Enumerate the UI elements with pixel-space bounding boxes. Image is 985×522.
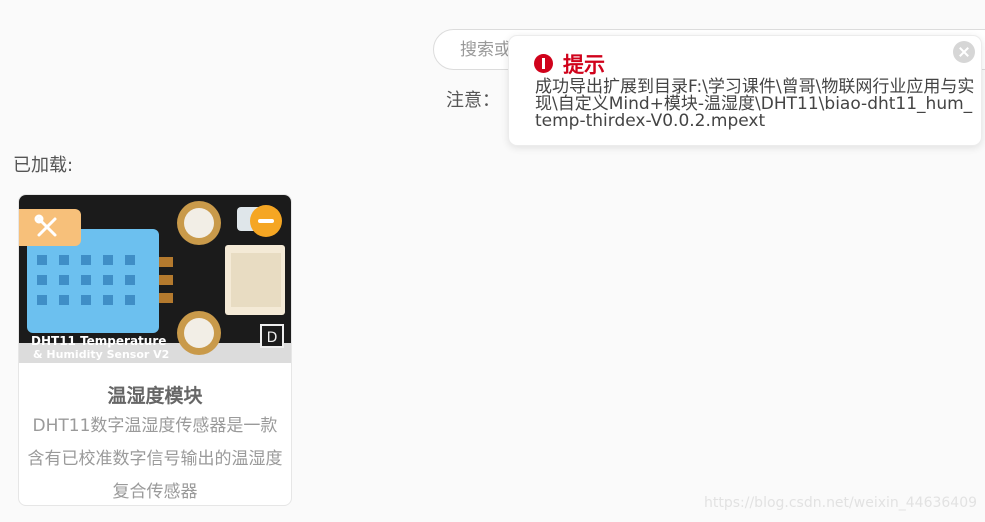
pin-label: D (267, 330, 278, 346)
image-caption-2: & Humidity Sensor V2 (33, 348, 169, 361)
card-title: 温湿度模块 (107, 385, 203, 407)
close-icon[interactable] (953, 41, 975, 63)
note-label: 注意： (446, 90, 500, 111)
exclamation-circle-icon (534, 54, 553, 73)
remove-button[interactable] (250, 205, 282, 237)
toast-message: 成功导出扩展到目录F:\学习课件\曾哥\物联网行业应用与实现\自定义Mind+模… (535, 77, 975, 131)
image-caption-1: DHT11 Temperature (31, 334, 166, 348)
watermark: https://blog.csdn.net/weixin_44636409 (704, 495, 978, 511)
wrench-screwdriver-icon (19, 209, 81, 246)
notification-toast: 提示 成功导出扩展到目录F:\学习课件\曾哥\物联网行业应用与实现\自定义Min… (508, 35, 982, 146)
extension-card[interactable]: D DHT11 Temperature & Humidity Sensor V2… (18, 194, 292, 506)
toast-title: 提示 (563, 53, 605, 77)
card-description: DHT11数字温湿度传感器是一款含有已校准数字信号输出的温湿度复合传感器 (27, 416, 283, 502)
search-placeholder: 搜索或 (460, 40, 511, 60)
loaded-label: 已加载: (13, 155, 74, 176)
